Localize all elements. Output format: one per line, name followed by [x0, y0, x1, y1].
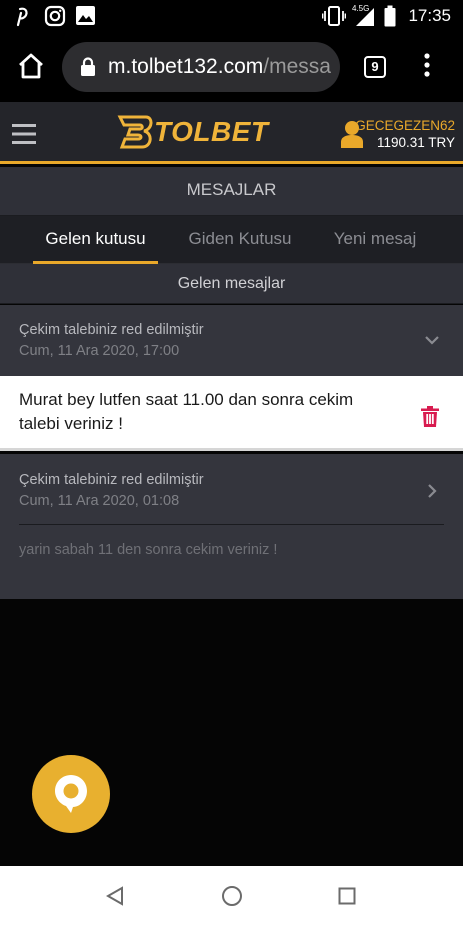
- username[interactable]: GECEGEZEN62: [355, 118, 455, 133]
- chevron-right-icon[interactable]: [427, 483, 437, 499]
- message-item[interactable]: Çekim talebiniz red edilmiştir Cum, 11 A…: [0, 454, 463, 599]
- message-subject: Çekim talebiniz red edilmiştir: [19, 472, 204, 488]
- tab-new-message[interactable]: Yeni mesaj: [322, 216, 428, 264]
- section-title: Gelen mesajlar: [0, 264, 463, 304]
- site-logo[interactable]: TOLBET: [154, 116, 268, 148]
- message-date: Cum, 11 Ara 2020, 01:08: [19, 493, 180, 509]
- system-nav-bar: [0, 866, 463, 926]
- url-bar[interactable]: m.tolbet132.com/messa: [62, 42, 340, 92]
- logo-emblem-icon: [117, 115, 153, 149]
- message-preview: yarin sabah 11 den sonra cekim veriniz !: [19, 542, 278, 558]
- site-header: TOLBET GECEGEZEN62 1190.31 TRY: [0, 102, 463, 164]
- tab-inbox[interactable]: Gelen kutusu: [33, 216, 158, 264]
- divider: [19, 524, 444, 525]
- page-title: MESAJLAR: [0, 167, 463, 216]
- vibrate-icon: [322, 6, 346, 26]
- browser-toolbar: m.tolbet132.com/messa 9: [0, 32, 463, 102]
- home-circle-icon[interactable]: [221, 885, 243, 907]
- recents-icon[interactable]: [338, 887, 356, 905]
- live-chat-button[interactable]: [32, 755, 110, 833]
- lock-icon: [81, 57, 95, 76]
- home-icon[interactable]: [17, 52, 45, 80]
- clock: 17:35: [408, 6, 451, 25]
- chat-bubble-icon: [55, 775, 87, 813]
- status-bar: 4.5G 17:35: [0, 0, 463, 32]
- url-path: /messa: [263, 55, 331, 78]
- message-body-text: Murat bey lutfen saat 11.00 dan sonra ce…: [19, 390, 354, 433]
- tab-switcher-button[interactable]: 9: [364, 56, 386, 78]
- signal-icon: [356, 8, 374, 26]
- image-icon: [76, 6, 95, 25]
- message-body: Murat bey lutfen saat 11.00 dan sonra ce…: [0, 376, 463, 451]
- message-item[interactable]: Çekim talebiniz red edilmiştir Cum, 11 A…: [0, 305, 463, 376]
- pinterest-icon: [16, 7, 28, 27]
- battery-icon: [384, 5, 396, 27]
- back-icon[interactable]: [106, 886, 124, 906]
- instagram-icon: [44, 5, 66, 27]
- chevron-down-icon[interactable]: [424, 335, 440, 345]
- message-subject: Çekim talebiniz red edilmiştir: [19, 322, 204, 338]
- menu-dots-icon[interactable]: [423, 52, 431, 78]
- url-host: m.tolbet132.com: [108, 55, 264, 78]
- tab-outbox[interactable]: Giden Kutusu: [178, 216, 302, 264]
- trash-icon[interactable]: [421, 406, 439, 427]
- hamburger-menu-icon[interactable]: [12, 124, 36, 144]
- url-text: m.tolbet132.com/messa: [108, 55, 331, 79]
- message-date: Cum, 11 Ara 2020, 17:00: [19, 343, 180, 359]
- balance: 1190.31 TRY: [376, 135, 455, 150]
- message-tabs: Gelen kutusu Giden Kutusu Yeni mesaj: [0, 216, 463, 264]
